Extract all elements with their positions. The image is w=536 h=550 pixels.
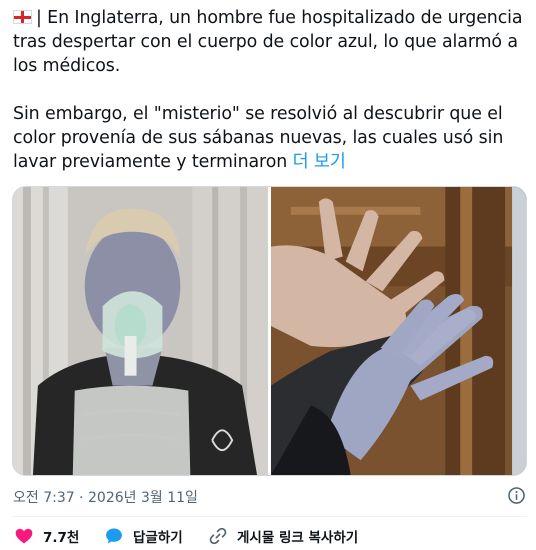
tweet-timestamp[interactable]: 오전 7:37 · 2026년 3월 11일 <box>13 487 198 507</box>
reply-bubble-icon <box>106 528 122 544</box>
tweet-paragraph-2: Sin embargo, el "misterio" se resolvió a… <box>13 102 528 174</box>
copy-link-button[interactable]: 게시물 링크 복사하기 <box>208 526 358 546</box>
heart-icon <box>15 528 33 544</box>
tweet-paragraph-2-text: Sin embargo, el "misterio" se resolvió a… <box>13 104 504 172</box>
reply-label: 답글하기 <box>133 530 183 546</box>
show-more-link[interactable]: 더 보기 <box>293 152 346 172</box>
tweet-paragraph-1-text: | En Inglaterra, un hombre fue hospitali… <box>13 8 523 76</box>
photo-blue-hand-comparison[interactable] <box>271 187 526 475</box>
action-bar: 7.7천 답글하기 게시물 링크 복사하기 <box>14 525 358 547</box>
tweet-paragraph-1: | En Inglaterra, un hombre fue hospitali… <box>13 6 528 78</box>
copy-link-label: 게시물 링크 복사하기 <box>237 530 359 546</box>
photo-man-oxygen-mask[interactable] <box>13 187 268 475</box>
like-count: 7.7천 <box>43 530 80 546</box>
divider <box>12 516 527 517</box>
england-flag-icon <box>13 10 32 24</box>
link-icon <box>209 527 227 545</box>
media-grid <box>12 186 527 476</box>
tweet-text: | En Inglaterra, un hombre fue hospitali… <box>13 6 528 174</box>
reply-button[interactable]: 답글하기 <box>104 526 208 546</box>
info-icon[interactable] <box>507 486 526 505</box>
like-button[interactable]: 7.7천 <box>14 526 104 546</box>
